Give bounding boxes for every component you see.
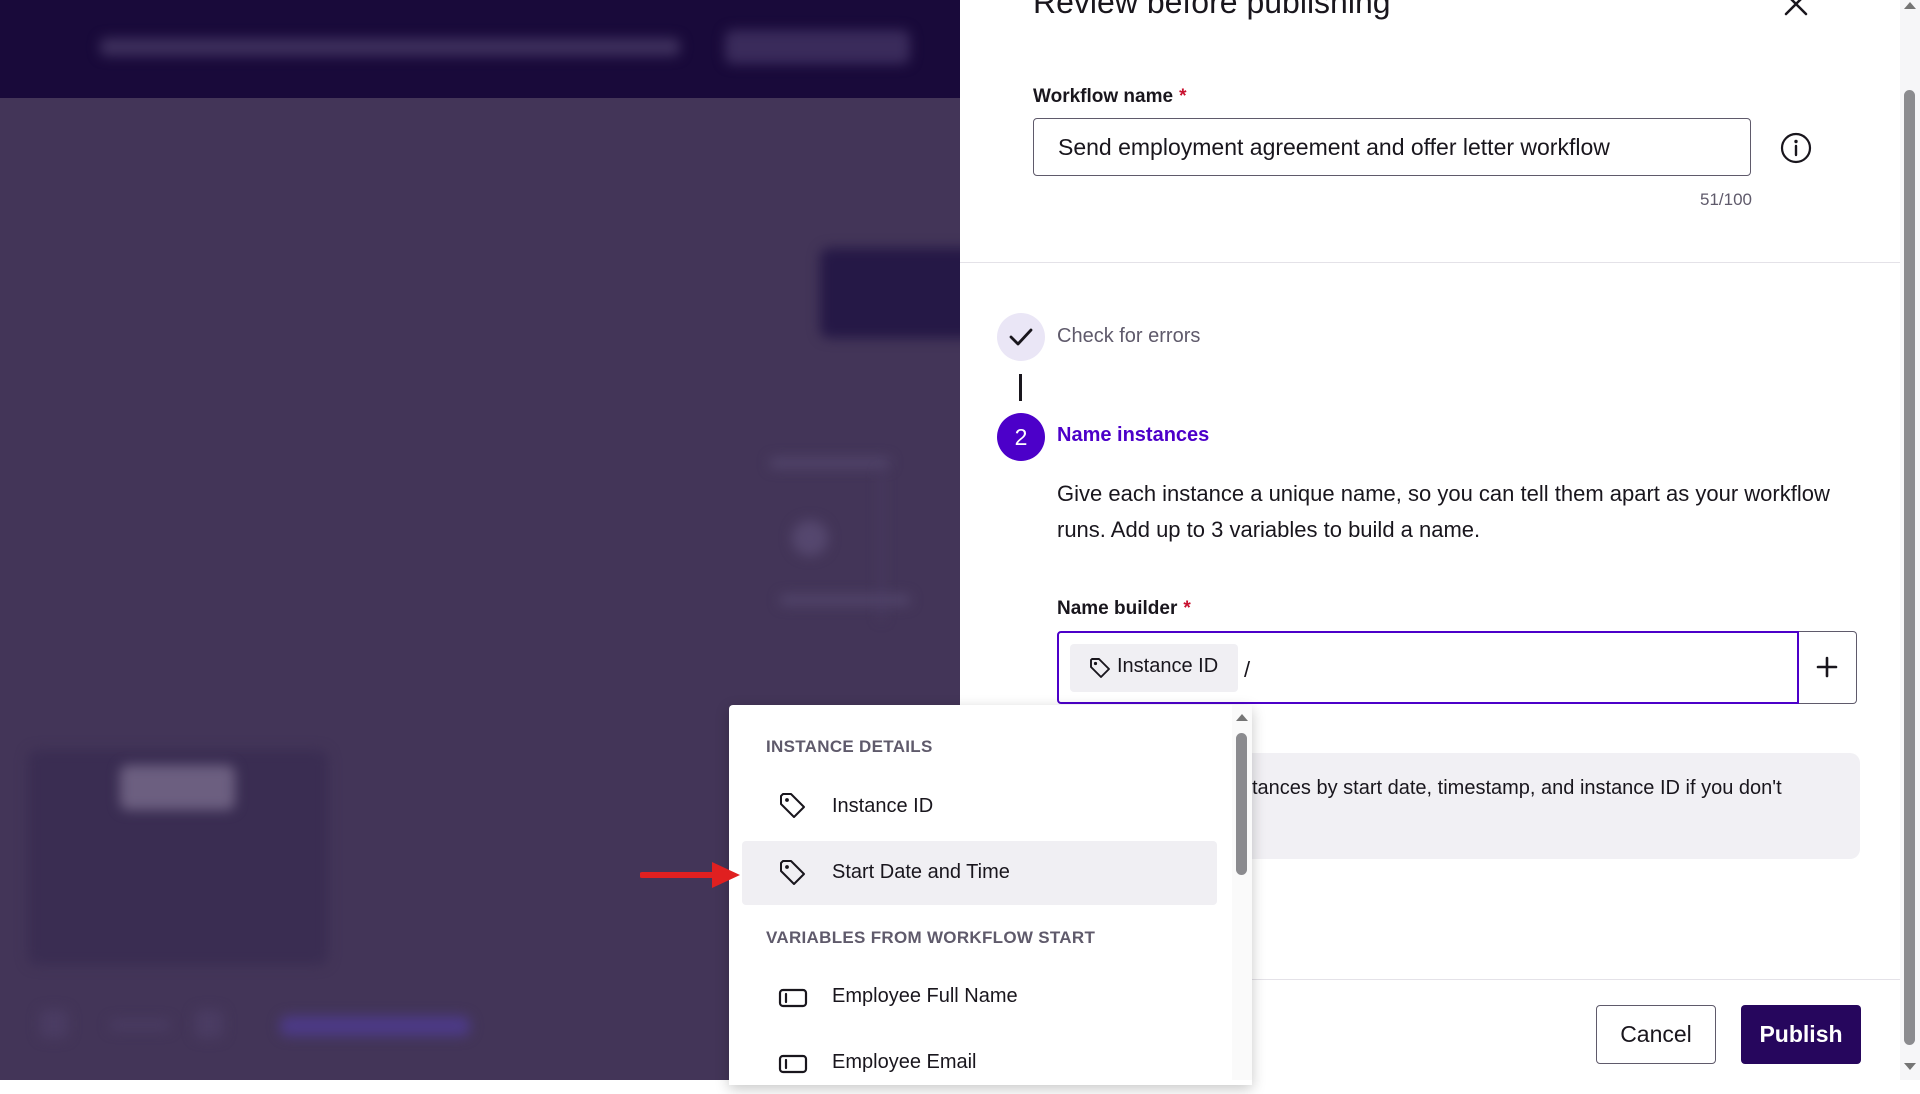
- dropdown-item-instance-id[interactable]: [742, 774, 1217, 838]
- add-variable-button[interactable]: [1799, 631, 1857, 704]
- info-button[interactable]: [1779, 131, 1813, 165]
- info-icon: [1780, 132, 1812, 164]
- background-blurred-text: [770, 458, 890, 468]
- text-field-icon: [778, 983, 808, 1013]
- background-blurred-icon: [792, 520, 828, 556]
- background-blurred-control: [195, 1010, 223, 1038]
- background-blurred-connector: [880, 470, 883, 620]
- panel-scrollbar-thumb[interactable]: [1904, 90, 1915, 1045]
- tag-icon: [778, 791, 808, 821]
- background-blurred-text: [780, 595, 910, 605]
- background-blurred-title: [100, 38, 680, 56]
- scroll-up-arrow-icon[interactable]: [1904, 2, 1916, 9]
- variable-chip-label: Instance ID: [1117, 655, 1219, 677]
- workflow-name-label: Workflow name *: [1033, 86, 1186, 108]
- character-counter: 51/100: [1700, 190, 1752, 209]
- panel-title: Review before publishing: [1033, 0, 1391, 20]
- required-marker: *: [1183, 598, 1191, 619]
- dropdown-section-heading: INSTANCE DETAILS: [766, 737, 933, 756]
- name-separator-text: /: [1244, 657, 1251, 682]
- step-check-for-errors[interactable]: Check for errors: [1057, 325, 1200, 348]
- required-marker: *: [1179, 86, 1187, 107]
- publish-button[interactable]: Publish: [1741, 1005, 1861, 1064]
- dropdown-scrollbar-thumb[interactable]: [1236, 733, 1247, 875]
- dropdown-item-label: Employee Email: [832, 1051, 977, 1073]
- name-builder-label-text: Name builder: [1057, 598, 1178, 619]
- dropdown-item-label: Employee Full Name: [832, 985, 1018, 1007]
- dropdown-section-heading: VARIABLES FROM WORKFLOW START: [766, 928, 1096, 947]
- name-builder-label: Name builder *: [1057, 598, 1191, 620]
- tag-icon: [778, 858, 808, 888]
- step-connector-line: [1019, 374, 1022, 401]
- plus-icon: [1816, 656, 1838, 678]
- close-icon: [1784, 0, 1808, 16]
- background-blurred-button: [725, 30, 910, 64]
- dropdown-item-label: Start Date and Time: [832, 861, 1010, 883]
- step-number-badge: 2: [997, 413, 1045, 461]
- background-blurred-card-inner: [120, 765, 235, 810]
- step-description: Give each instance a unique name, so you…: [1057, 481, 1830, 542]
- section-divider: [960, 262, 1900, 263]
- workflow-name-label-text: Workflow name: [1033, 86, 1174, 107]
- background-blurred-control: [110, 1020, 170, 1030]
- dropdown-item-employee-email[interactable]: [742, 1030, 1217, 1094]
- background-blurred-node: [820, 248, 960, 338]
- scroll-down-arrow-icon[interactable]: [1904, 1063, 1916, 1070]
- text-field-icon: [778, 1049, 808, 1079]
- hint-text: tances by start date, timestamp, and ins…: [1252, 777, 1782, 799]
- red-arrow-annotation-icon: [639, 859, 742, 891]
- checkmark-icon: [1009, 328, 1033, 346]
- background-blurred-control: [280, 1016, 470, 1036]
- cancel-button[interactable]: Cancel: [1596, 1005, 1716, 1064]
- step-name-instances[interactable]: Name instances: [1057, 424, 1209, 447]
- background-blurred-control: [40, 1010, 68, 1038]
- tag-icon: [1088, 656, 1112, 680]
- close-button[interactable]: [1776, 0, 1816, 24]
- dropdown-scroll-up-icon[interactable]: [1236, 714, 1248, 721]
- workflow-name-input[interactable]: [1033, 118, 1751, 176]
- dropdown-item-label: Instance ID: [832, 795, 934, 817]
- step-complete-indicator: [997, 313, 1045, 361]
